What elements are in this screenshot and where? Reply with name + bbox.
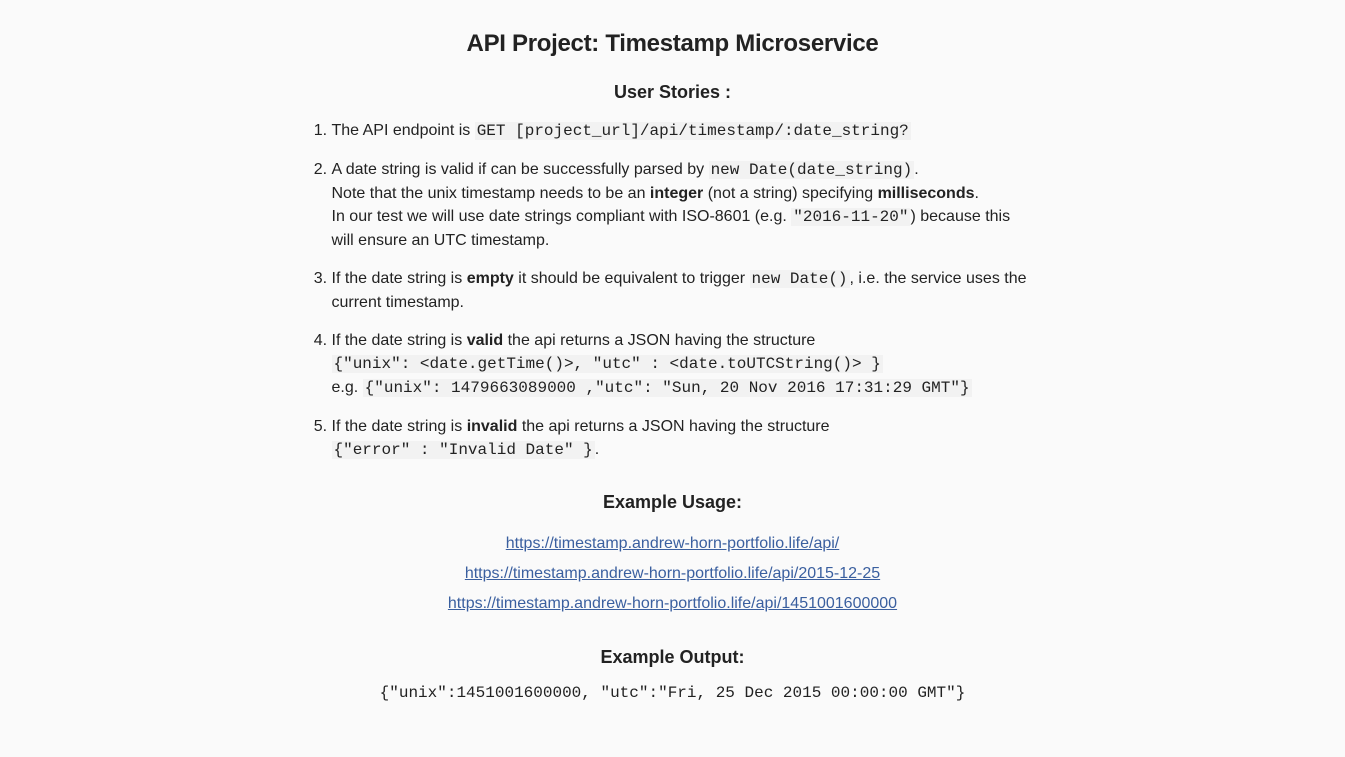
story-text: In our test we will use date strings com… xyxy=(331,208,792,225)
example-link-1[interactable]: https://timestamp.andrew-horn-portfolio.… xyxy=(506,535,839,552)
user-stories-heading: User Stories : xyxy=(613,82,732,102)
list-item: The API endpoint is GET [project_url]/ap… xyxy=(332,119,1033,143)
example-links: https://timestamp.andrew-horn-portfolio.… xyxy=(313,529,1033,619)
story-text: . xyxy=(594,441,600,458)
story-text: Note that the unix timestamp needs to be… xyxy=(331,185,650,202)
page-container: API Project: Timestamp Microservice User… xyxy=(313,0,1033,702)
list-item: If the date string is empty it should be… xyxy=(332,267,1033,314)
story-text: . xyxy=(914,161,919,178)
example-link-2[interactable]: https://timestamp.andrew-horn-portfolio.… xyxy=(465,565,880,582)
story-text: A date string is valid if can be success… xyxy=(331,161,709,178)
story-bold: valid xyxy=(466,332,504,349)
example-output-heading: Example Output: xyxy=(600,647,745,667)
story-code: new Date(date_string) xyxy=(708,161,915,179)
list-item: If the date string is invalid the api re… xyxy=(331,415,1033,462)
endpoint-code: GET [project_url]/api/timestamp/:date_st… xyxy=(474,122,911,140)
story-text: the api returns a JSON having the struct… xyxy=(517,418,830,435)
story-text: The API endpoint is xyxy=(331,122,475,139)
story-text: the api returns a JSON having the struct… xyxy=(503,332,816,349)
story-bold: empty xyxy=(466,270,514,287)
story-text: it should be equivalent to trigger xyxy=(513,270,750,287)
list-item: A date string is valid if can be success… xyxy=(332,158,1033,252)
example-usage-section: Example Usage: xyxy=(313,492,1033,513)
story-text: If the date string is xyxy=(331,270,467,287)
story-text: (not a string) specifying xyxy=(703,185,878,202)
story-code: {"unix": 1479663089000 ,"utc": "Sun, 20 … xyxy=(362,379,972,397)
example-link-3[interactable]: https://timestamp.andrew-horn-portfolio.… xyxy=(448,595,897,612)
story-text: If the date string is xyxy=(331,332,467,349)
story-text: . xyxy=(974,185,979,202)
example-output-code: {"unix":1451001600000, "utc":"Fri, 25 De… xyxy=(379,684,966,702)
story-bold: integer xyxy=(649,185,704,202)
story-bold: milliseconds xyxy=(877,185,975,202)
story-code: "2016-11-20" xyxy=(791,208,911,226)
story-text: If the date string is xyxy=(331,418,467,435)
user-stories-list: The API endpoint is GET [project_url]/ap… xyxy=(313,119,1033,462)
page-title: API Project: Timestamp Microservice xyxy=(466,30,879,57)
story-text: e.g. xyxy=(331,379,363,396)
story-bold: invalid xyxy=(466,418,518,435)
list-item: If the date string is valid the api retu… xyxy=(331,329,1033,400)
story-code: {"error" : "Invalid Date" } xyxy=(331,441,595,459)
story-code: {"unix": <date.getTime()>, "utc" : <date… xyxy=(331,355,883,373)
example-usage-heading: Example Usage: xyxy=(602,492,743,512)
story-code: new Date() xyxy=(749,270,850,288)
